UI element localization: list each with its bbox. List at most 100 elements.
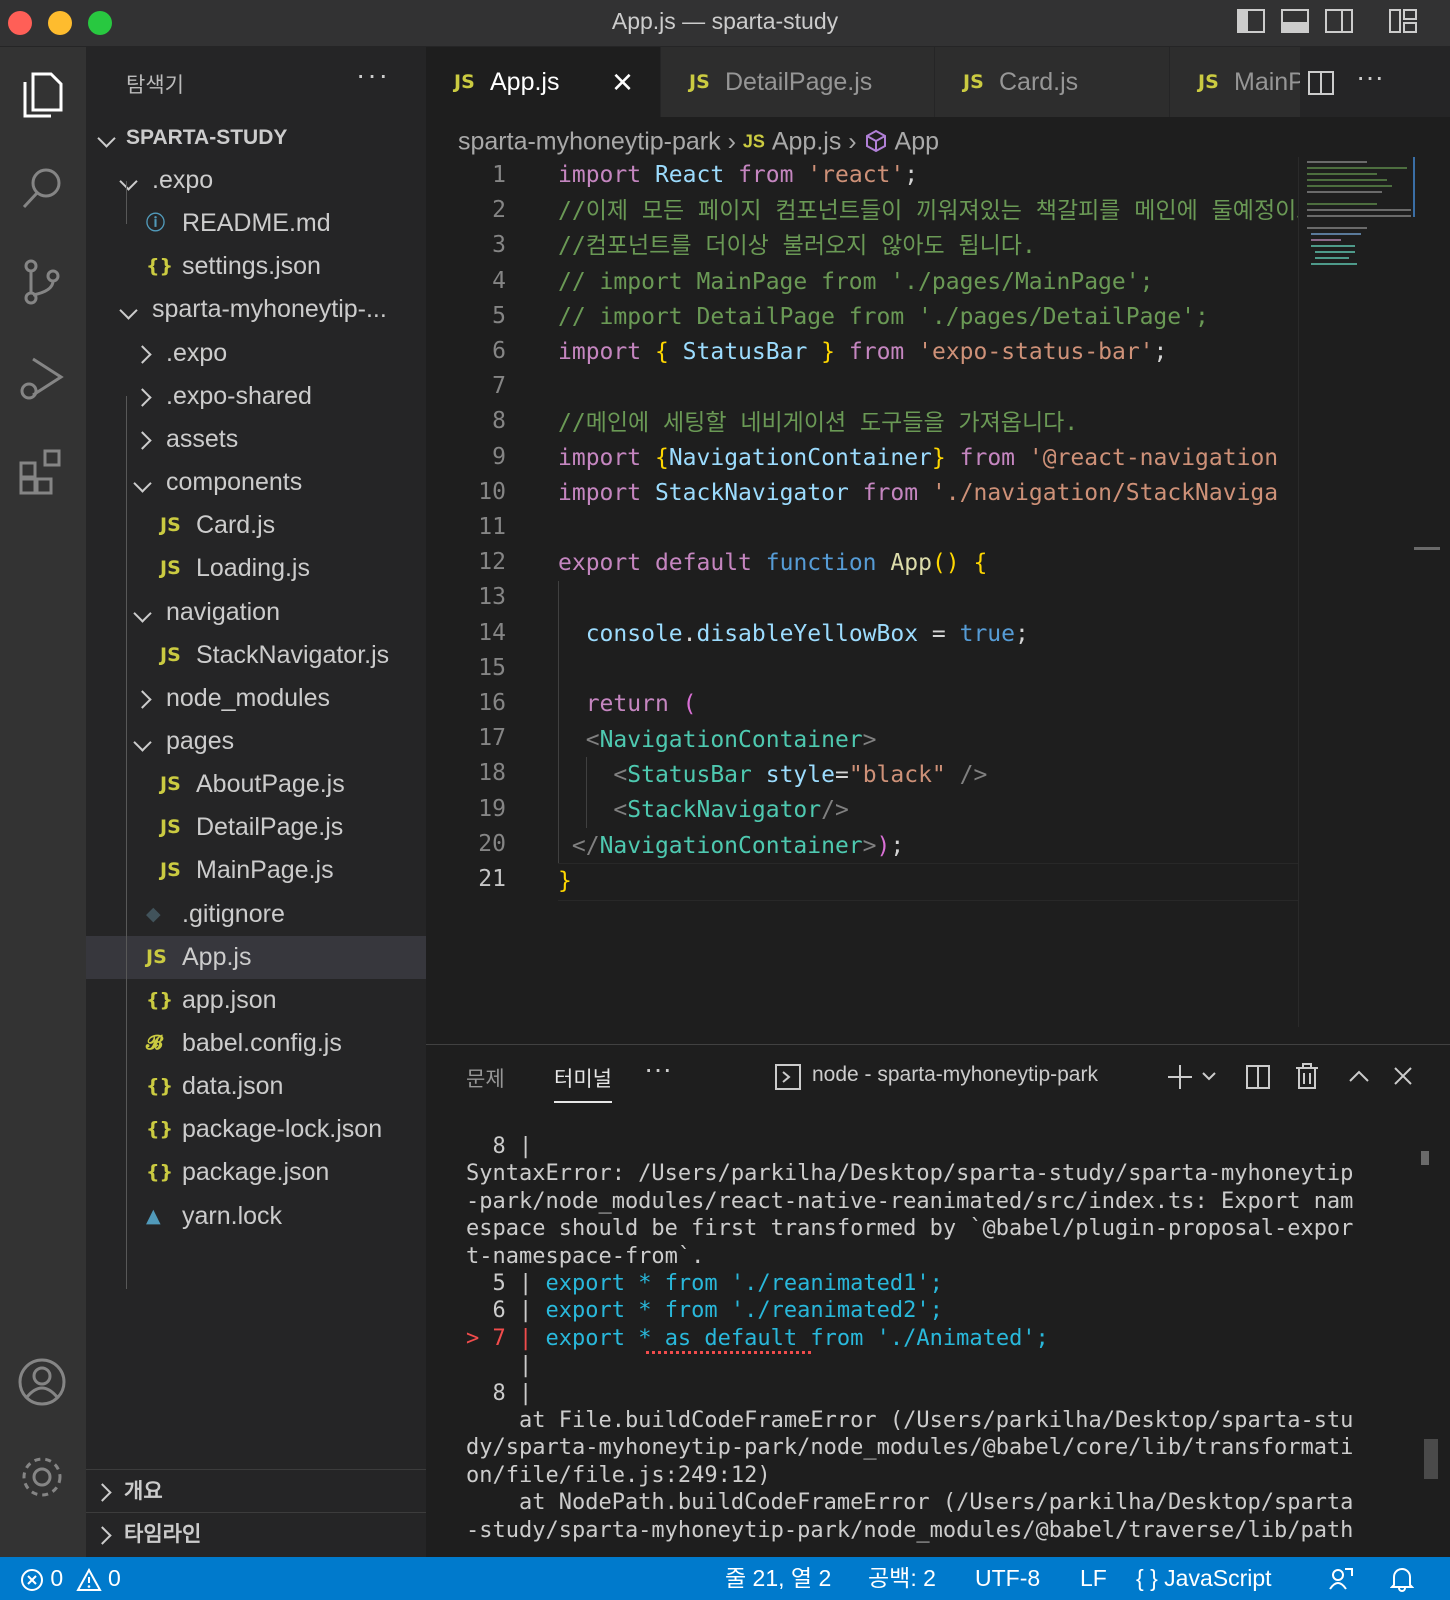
js-file-icon: JS bbox=[689, 71, 710, 93]
terminal-line: espace should be first transformed by `@… bbox=[466, 1216, 1354, 1242]
maximize-panel-chevron-up-icon[interactable] bbox=[1348, 1069, 1370, 1083]
tab-terminal[interactable]: 터미널 bbox=[554, 1063, 612, 1103]
explorer-more-button[interactable]: ··· bbox=[356, 59, 390, 91]
search-icon[interactable] bbox=[13, 159, 71, 217]
line-number: 8 bbox=[492, 408, 506, 435]
notifications-bell-icon[interactable] bbox=[1390, 1566, 1414, 1592]
line-number: 18 bbox=[478, 760, 506, 787]
code-line: export default function App() { bbox=[558, 550, 988, 576]
terminal-line: 8 | bbox=[466, 1134, 533, 1159]
error-count: 0 bbox=[50, 1565, 64, 1591]
language-mode[interactable]: { } JavaScript bbox=[1136, 1557, 1272, 1600]
problems-status[interactable]: 0 0 bbox=[20, 1557, 121, 1600]
tab-app-js[interactable]: JS App.js × bbox=[426, 47, 661, 117]
tree-item[interactable]: .expo-shared bbox=[86, 375, 426, 418]
section-outline[interactable]: 개요 bbox=[86, 1469, 426, 1513]
window-title: App.js — sparta-study bbox=[611, 8, 839, 34]
split-editor-icon[interactable] bbox=[1306, 69, 1336, 97]
split-terminal-icon[interactable] bbox=[1244, 1063, 1272, 1091]
tree-item-label: sparta-myhoneytip-... bbox=[152, 295, 387, 324]
account-icon[interactable] bbox=[13, 1353, 71, 1411]
terminal-scrollbar[interactable] bbox=[1424, 1439, 1438, 1479]
line-number: 14 bbox=[478, 619, 506, 646]
run-debug-icon[interactable] bbox=[13, 349, 71, 407]
editor-more-button[interactable]: ··· bbox=[1356, 61, 1384, 93]
workspace-root-label: SPARTA-STUDY bbox=[126, 126, 288, 149]
tree-item[interactable]: node_modules bbox=[86, 677, 426, 720]
terminal-line: 6 | export * from './reanimated2'; bbox=[466, 1298, 943, 1324]
panel-more-button[interactable]: ··· bbox=[644, 1053, 672, 1085]
tree-item[interactable]: JS Card.js bbox=[86, 504, 426, 547]
tree-item-label: .expo bbox=[152, 166, 214, 194]
breadcrumb-folder[interactable]: sparta-myhoneytip-park bbox=[458, 127, 721, 155]
tree-item[interactable]: ◆ .gitignore bbox=[86, 893, 426, 936]
section-timeline-label: 타임라인 bbox=[124, 1523, 202, 1546]
tab-card-js[interactable]: JS Card.js bbox=[935, 47, 1170, 117]
tree-item[interactable]: JS AboutPage.js bbox=[86, 763, 426, 806]
babel-icon: 𝓑 bbox=[146, 1032, 163, 1054]
tree-item[interactable]: JS Loading.js bbox=[86, 547, 426, 590]
tree-item[interactable]: JS DetailPage.js bbox=[86, 806, 426, 849]
workspace-root[interactable]: SPARTA-STUDY bbox=[86, 116, 426, 159]
tree-item[interactable]: components bbox=[86, 461, 426, 504]
toggle-panel-icon[interactable] bbox=[1280, 8, 1310, 34]
explorer-icon[interactable] bbox=[13, 66, 71, 124]
new-terminal-icon[interactable] bbox=[1166, 1063, 1194, 1091]
manage-gear-icon[interactable] bbox=[13, 1448, 71, 1506]
close-panel-icon[interactable] bbox=[1392, 1065, 1414, 1087]
tree-item-label: .expo-shared bbox=[166, 381, 312, 410]
tree-item[interactable]: assets bbox=[86, 418, 426, 461]
chevron-down-icon[interactable] bbox=[1201, 1071, 1217, 1083]
tree-item-label: node_modules bbox=[166, 683, 331, 712]
tree-item[interactable]: {} package-lock.json bbox=[86, 1108, 426, 1151]
tree-item[interactable]: 𝓑babel.config.js bbox=[86, 1022, 426, 1065]
minimap[interactable] bbox=[1298, 157, 1415, 1027]
code-editor[interactable]: 1 2 3 4 5 6 7 8 9 10 11 12 13 14 15 16 17 18 19 20 21 import… bbox=[426, 117, 1450, 1043]
tree-item[interactable]: ⓘ README.md bbox=[86, 202, 426, 245]
section-timeline[interactable]: 타임라인 bbox=[86, 1512, 426, 1556]
breadcrumb-file[interactable]: App.js bbox=[772, 127, 841, 155]
terminal-name[interactable]: node - sparta-myhoneytip-park bbox=[812, 1063, 1098, 1087]
feedback-icon[interactable] bbox=[1328, 1566, 1354, 1592]
tree-item[interactable]: JS MainPage.js bbox=[86, 849, 426, 892]
tab-detailpage-js[interactable]: JS DetailPage.js bbox=[661, 47, 935, 117]
terminal-icon bbox=[775, 1064, 801, 1090]
cursor-position[interactable]: 줄 21, 열 2 bbox=[725, 1557, 831, 1600]
code-line: import {NavigationContainer} from '@reac… bbox=[558, 445, 1279, 471]
tab-problems[interactable]: 문제 bbox=[466, 1063, 505, 1093]
source-control-icon[interactable] bbox=[13, 253, 71, 311]
tree-item[interactable]: ▲ yarn.lock bbox=[86, 1195, 426, 1238]
close-icon[interactable]: × bbox=[612, 47, 633, 117]
tree-item[interactable]: {} settings.json bbox=[86, 245, 426, 288]
tree-item[interactable]: {} data.json bbox=[86, 1065, 426, 1108]
indent-guide bbox=[558, 581, 559, 863]
breadcrumb: sparta-myhoneytip-park › JS App.js › App bbox=[458, 120, 939, 160]
breadcrumb-symbol[interactable]: App bbox=[895, 127, 939, 155]
tab-label: MainPage.js bbox=[1234, 68, 1301, 96]
customize-layout-icon[interactable] bbox=[1388, 8, 1418, 34]
tree-item[interactable]: JS StackNavigator.js bbox=[86, 634, 426, 677]
tree-item-label: DetailPage.js bbox=[196, 813, 344, 842]
tree-item[interactable]: pages bbox=[86, 720, 426, 763]
tab-mainpage-js[interactable]: JS MainPage.js bbox=[1170, 47, 1301, 117]
tree-item[interactable]: JS App.js bbox=[86, 935, 426, 979]
js-file-icon: JS bbox=[454, 71, 475, 93]
tree-item[interactable]: navigation bbox=[86, 591, 426, 634]
tree-item[interactable]: sparta-myhoneytip-... bbox=[86, 288, 426, 331]
line-number: 7 bbox=[492, 373, 506, 400]
terminal-line: SyntaxError: /Users/parkilha/Desktop/spa… bbox=[466, 1161, 1354, 1187]
terminal-output[interactable]: 8 | SyntaxError: /Users/parkilha/Desktop/… bbox=[426, 1133, 1416, 1553]
tree-item[interactable]: {} app.json bbox=[86, 979, 426, 1022]
tree-item-label: AboutPage.js bbox=[196, 770, 345, 799]
toggle-secondary-sidebar-icon[interactable] bbox=[1324, 8, 1354, 34]
tree-item[interactable]: .expo bbox=[86, 332, 426, 375]
extensions-icon[interactable] bbox=[13, 443, 71, 501]
indentation[interactable]: 공백: 2 bbox=[868, 1557, 936, 1600]
encoding[interactable]: UTF-8 bbox=[975, 1557, 1040, 1600]
tree-item[interactable]: {} package.json bbox=[86, 1151, 426, 1194]
end-of-line[interactable]: LF bbox=[1080, 1557, 1107, 1600]
trash-icon[interactable] bbox=[1294, 1062, 1320, 1092]
toggle-primary-sidebar-icon[interactable] bbox=[1236, 8, 1266, 34]
code-line: import React from 'react'; bbox=[558, 162, 919, 188]
tree-item[interactable]: .expo bbox=[86, 159, 426, 202]
